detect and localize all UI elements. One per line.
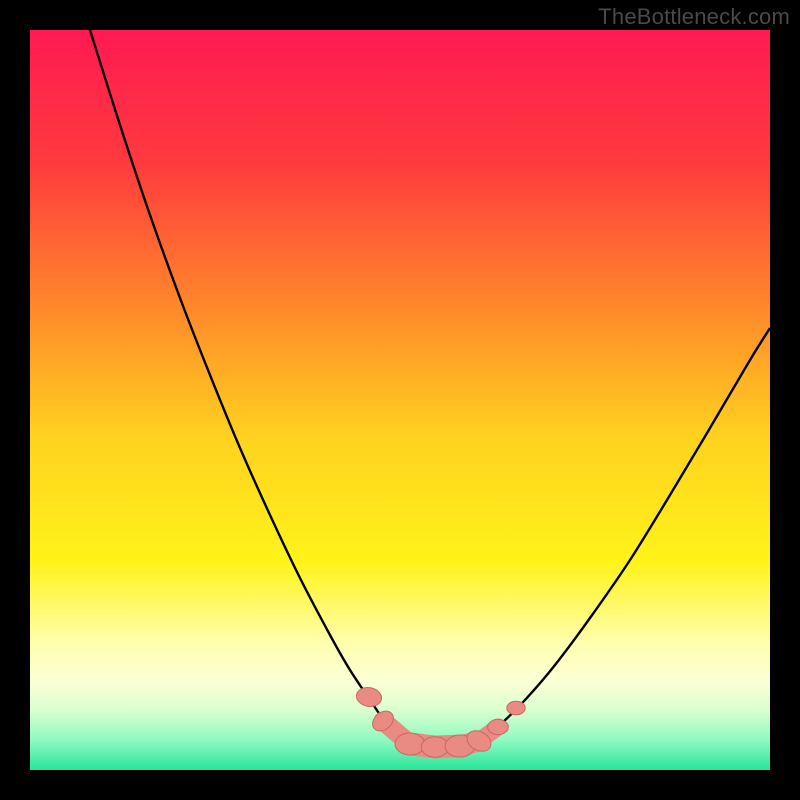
gradient-background	[30, 30, 770, 770]
chart-svg	[30, 30, 770, 770]
chart-frame: TheBottleneck.com	[0, 0, 800, 800]
watermark-text: TheBottleneck.com	[598, 4, 790, 30]
marker-bead	[507, 701, 525, 715]
plot-area	[30, 30, 770, 770]
marker-bead	[395, 732, 426, 755]
marker-bead	[488, 719, 509, 734]
